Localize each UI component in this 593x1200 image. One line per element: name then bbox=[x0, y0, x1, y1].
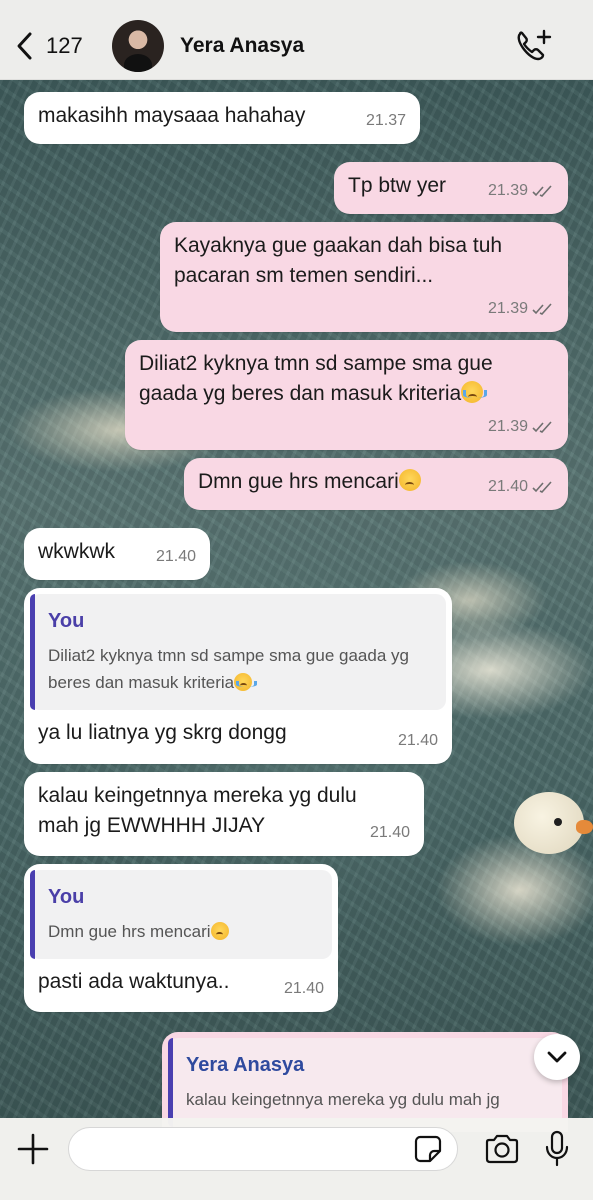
message-time: 21.40 bbox=[397, 732, 438, 749]
message-time: 21.40 bbox=[369, 824, 410, 841]
quote-author: Yera Anasya bbox=[186, 1054, 305, 1076]
message-text: Tp btw yer bbox=[348, 174, 447, 197]
read-ticks-icon bbox=[532, 185, 552, 197]
message-text: kalau keingetnnya mereka yg dulu mah jg … bbox=[38, 784, 357, 837]
duck-illustration bbox=[514, 792, 584, 854]
quote-author: You bbox=[48, 610, 85, 632]
message-time: 21.40 bbox=[487, 478, 528, 495]
message-incoming[interactable]: makasihh maysaaa hahahay 21.37 bbox=[24, 92, 420, 144]
message-outgoing-reply[interactable]: Yera Anasya kalau keingetnnya mereka yg … bbox=[162, 1032, 568, 1132]
message-incoming-reply[interactable]: You Dmn gue hrs mencari pasti ada waktun… bbox=[24, 864, 338, 1012]
message-meta: 21.40 bbox=[488, 472, 554, 502]
message-outgoing[interactable]: Dmn gue hrs mencari 21.40 bbox=[184, 458, 568, 510]
duck-eye bbox=[554, 818, 562, 826]
message-incoming[interactable]: kalau keingetnnya mereka yg dulu mah jg … bbox=[24, 772, 424, 856]
message-input-bar bbox=[0, 1118, 593, 1200]
chevron-left-icon bbox=[17, 32, 32, 60]
back-button[interactable]: 127 bbox=[14, 28, 83, 64]
chat-header: 127 Yera Anasya bbox=[0, 0, 593, 80]
message-text: Dmn gue hrs mencari bbox=[198, 469, 421, 493]
message-meta: 21.39 bbox=[488, 412, 554, 442]
quote-text-body: Diliat2 kyknya tmn sd sampe sma gue gaad… bbox=[48, 646, 409, 692]
unread-count: 127 bbox=[46, 33, 83, 58]
plus-icon[interactable] bbox=[16, 1132, 50, 1166]
quote-text: Diliat2 kyknya tmn sd sampe sma gue gaad… bbox=[48, 642, 432, 696]
read-ticks-icon bbox=[532, 481, 552, 493]
quoted-message[interactable]: Yera Anasya kalau keingetnnya mereka yg … bbox=[168, 1038, 562, 1127]
message-meta: 21.39 bbox=[488, 294, 554, 324]
read-ticks-icon bbox=[532, 303, 552, 315]
microphone-icon[interactable] bbox=[544, 1130, 570, 1168]
duck-beak bbox=[576, 820, 593, 834]
quoted-message[interactable]: You Diliat2 kyknya tmn sd sampe sma gue … bbox=[30, 594, 446, 710]
message-input[interactable] bbox=[68, 1127, 458, 1171]
quote-text: kalau keingetnnya mereka yg dulu mah jg bbox=[186, 1090, 500, 1109]
chevron-down-icon bbox=[547, 1051, 567, 1063]
message-text: Diliat2 kyknya tmn sd sampe sma gue gaad… bbox=[139, 349, 549, 409]
message-text: ya lu liatnya yg skrg dongg bbox=[38, 721, 287, 744]
message-time: 21.39 bbox=[487, 300, 528, 317]
message-outgoing[interactable]: Tp btw yer 21.39 bbox=[334, 162, 568, 214]
message-text: Kayaknya gue gaakan dah bisa tuh pacaran… bbox=[174, 234, 503, 287]
quote-text: Dmn gue hrs mencari bbox=[48, 918, 318, 945]
read-ticks-icon bbox=[532, 421, 552, 433]
message-text: wkwkwk bbox=[38, 540, 115, 563]
crying-face-icon bbox=[210, 922, 229, 940]
loudly-crying-face-icon bbox=[461, 381, 488, 403]
message-meta: 21.39 bbox=[488, 176, 554, 206]
message-text-body: Dmn gue hrs mencari bbox=[198, 470, 399, 493]
quoted-message[interactable]: You Dmn gue hrs mencari bbox=[30, 870, 332, 959]
contact-name[interactable]: Yera Anasya bbox=[180, 34, 304, 58]
scroll-to-bottom-button[interactable] bbox=[534, 1034, 580, 1080]
avatar[interactable] bbox=[112, 20, 164, 72]
message-time: 21.39 bbox=[487, 182, 528, 199]
crying-face-icon bbox=[398, 469, 421, 491]
quote-author: You bbox=[48, 886, 85, 908]
message-time: 21.40 bbox=[283, 980, 324, 997]
quote-text-body: Dmn gue hrs mencari bbox=[48, 922, 211, 941]
message-text: makasihh maysaaa hahahay bbox=[38, 104, 306, 127]
sticker-icon[interactable] bbox=[414, 1135, 442, 1163]
message-time: 21.39 bbox=[487, 418, 528, 435]
message-incoming-reply[interactable]: You Diliat2 kyknya tmn sd sampe sma gue … bbox=[24, 588, 452, 764]
message-incoming[interactable]: wkwkwk 21.40 bbox=[24, 528, 210, 580]
add-call-icon[interactable] bbox=[514, 28, 552, 64]
message-outgoing[interactable]: Kayaknya gue gaakan dah bisa tuh pacaran… bbox=[160, 222, 568, 332]
message-time: 21.37 bbox=[365, 112, 406, 129]
message-outgoing[interactable]: Diliat2 kyknya tmn sd sampe sma gue gaad… bbox=[125, 340, 568, 450]
message-text-body: Diliat2 kyknya tmn sd sampe sma gue gaad… bbox=[139, 352, 493, 405]
camera-icon[interactable] bbox=[484, 1134, 520, 1164]
message-text: pasti ada waktunya.. bbox=[38, 970, 230, 993]
loudly-crying-face-icon bbox=[234, 673, 257, 691]
message-time: 21.40 bbox=[155, 548, 196, 565]
